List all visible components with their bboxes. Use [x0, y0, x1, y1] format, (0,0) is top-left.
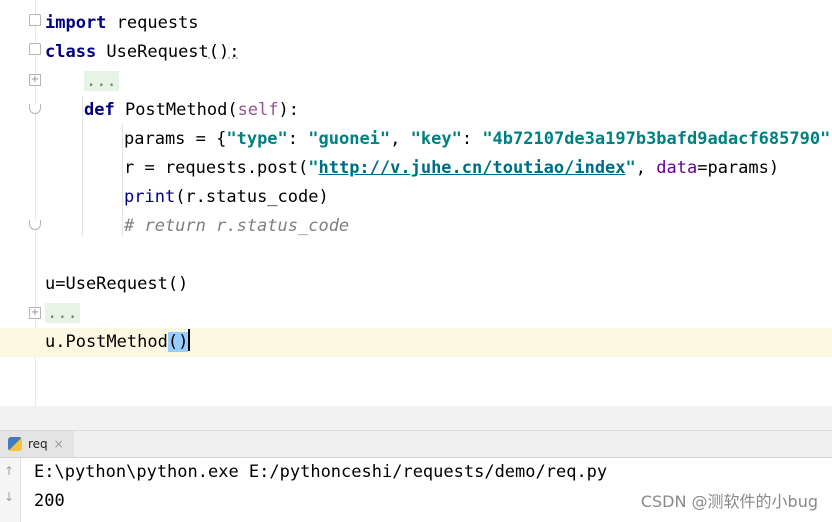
string-quote: " — [308, 158, 319, 178]
code-text: r = requests.post( — [124, 158, 309, 178]
code-text: =params) — [697, 158, 780, 178]
keyword: def — [84, 100, 115, 120]
current-code-line[interactable]: u.PostMethod() — [0, 328, 832, 357]
code-text: , — [635, 158, 657, 178]
arrow-up-icon[interactable]: ↑ — [2, 464, 16, 478]
close-icon[interactable]: × — [54, 437, 64, 451]
string-literal: "guonei" — [308, 129, 391, 149]
code-line[interactable]: ... — [0, 67, 832, 96]
code-line[interactable]: r = requests.post("http://v.juhe.cn/tout… — [0, 154, 832, 183]
code-editor[interactable]: + + import requests class UseRequest(): … — [0, 0, 832, 406]
console-output-line: 200 — [34, 491, 65, 511]
keyword-argument: data — [656, 158, 698, 178]
code-text: ( — [227, 100, 238, 120]
run-tab-req[interactable]: req × — [0, 431, 74, 457]
code-line[interactable]: # return r.status_code — [0, 212, 832, 241]
code-line[interactable]: def PostMethod(self): — [0, 96, 832, 125]
panel-separator[interactable] — [0, 406, 832, 431]
code-text: requests — [106, 13, 199, 33]
string-literal: "type" — [226, 129, 288, 149]
class-name: UseRequest — [96, 42, 209, 62]
code-line[interactable]: u=UseRequest() — [0, 270, 832, 299]
python-icon — [8, 437, 22, 451]
self-param: self — [237, 100, 279, 120]
keyword: class — [45, 42, 97, 62]
code-line[interactable]: print(r.status_code) — [0, 183, 832, 212]
builtin-function: print — [124, 187, 176, 207]
watermark: CSDN @测软件的小bug — [640, 492, 818, 511]
folded-region[interactable]: ... — [84, 71, 119, 91]
code-text: (r.status_code) — [175, 187, 329, 207]
arrow-down-icon[interactable]: ↓ — [2, 490, 16, 504]
comment: # return r.status_code — [124, 216, 350, 236]
run-tab-label: req — [28, 437, 48, 451]
string-literal: "4b72107de3a197b3bafd9adacf685790" — [482, 129, 831, 149]
url-link[interactable]: http://v.juhe.cn/toutiao/index — [318, 158, 625, 178]
keyword: import — [45, 13, 107, 33]
code-text: ): — [278, 100, 299, 120]
code-text: u.PostMethod — [45, 332, 168, 352]
folded-region[interactable]: ... — [45, 303, 80, 323]
code-text: params = { — [124, 129, 227, 149]
method-name: PostMethod — [114, 100, 228, 120]
code-text: (): — [208, 42, 240, 62]
code-text: , — [390, 129, 411, 149]
text-cursor — [188, 329, 191, 351]
code-text: : — [287, 129, 309, 149]
string-quote: " — [625, 158, 636, 178]
code-line[interactable]: params = {"type": "guonei", "key": "4b72… — [0, 125, 832, 154]
code-line[interactable]: import requests — [0, 9, 832, 38]
run-tool-window-tabs: req × — [0, 431, 832, 458]
code-line[interactable]: class UseRequest(): — [0, 38, 832, 67]
console-toolbar: ↑ ↓ — [0, 458, 21, 522]
string-literal: "key" — [410, 129, 462, 149]
console-command-line: E:\python\python.exe E:/pythonceshi/requ… — [34, 462, 608, 482]
code-text: : — [461, 129, 483, 149]
code-line[interactable]: ... — [0, 299, 832, 328]
bracket-match: () — [167, 332, 189, 352]
code-text: u=UseRequest() — [45, 274, 189, 294]
